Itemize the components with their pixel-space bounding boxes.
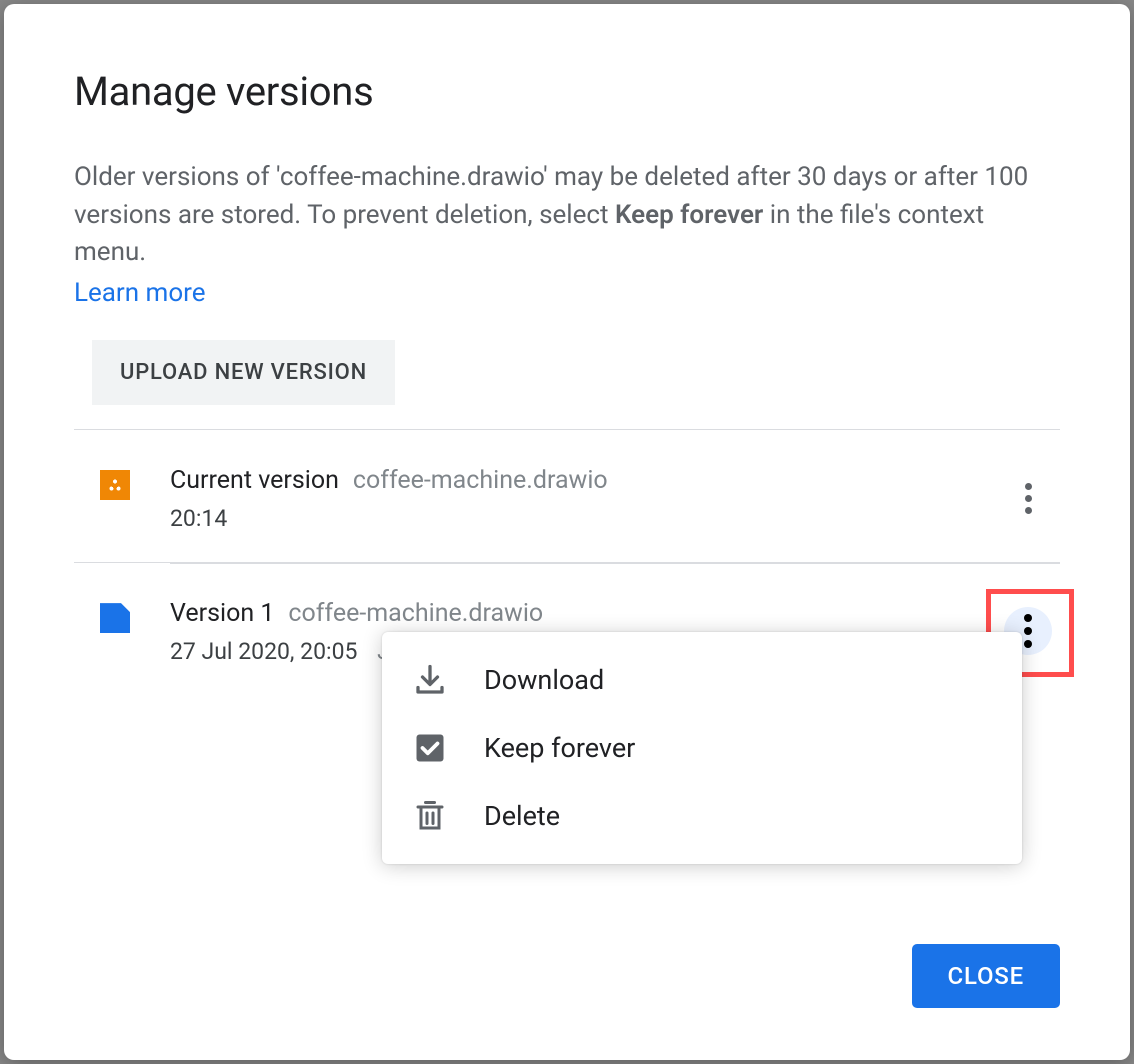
learn-more-link[interactable]: Learn more [74, 278, 206, 308]
download-icon [412, 662, 448, 698]
upload-new-version-button[interactable]: UPLOAD NEW VERSION [92, 340, 395, 405]
more-vertical-icon [1025, 483, 1032, 514]
document-file-icon [100, 603, 130, 633]
version-context-menu: Download Keep forever Delete [382, 632, 1022, 864]
manage-versions-dialog: Manage versions Older versions of 'coffe… [4, 4, 1130, 1060]
version-timestamp: 20:14 [170, 505, 1004, 532]
dialog-title: Manage versions [74, 68, 1060, 115]
version-more-button[interactable] [1004, 474, 1052, 522]
close-button[interactable]: CLOSE [912, 944, 1061, 1008]
version-row-current: Current version coffee-machine.drawio 20… [74, 430, 1060, 562]
dialog-description: Older versions of 'coffee-machine.drawio… [74, 159, 1060, 272]
version-filename: coffee-machine.drawio [288, 599, 543, 628]
trash-icon [412, 798, 448, 834]
menu-item-keep-forever[interactable]: Keep forever [382, 714, 1022, 782]
version-label: Current version [170, 466, 339, 495]
menu-item-delete[interactable]: Delete [382, 782, 1022, 850]
drawio-file-icon [100, 470, 130, 500]
version-filename: coffee-machine.drawio [353, 466, 608, 495]
menu-item-download[interactable]: Download [382, 646, 1022, 714]
checkbox-checked-icon [412, 730, 448, 766]
version-label: Version 1 [170, 599, 274, 628]
more-vertical-icon [1024, 614, 1032, 648]
version-info: Current version coffee-machine.drawio 20… [170, 466, 1004, 532]
